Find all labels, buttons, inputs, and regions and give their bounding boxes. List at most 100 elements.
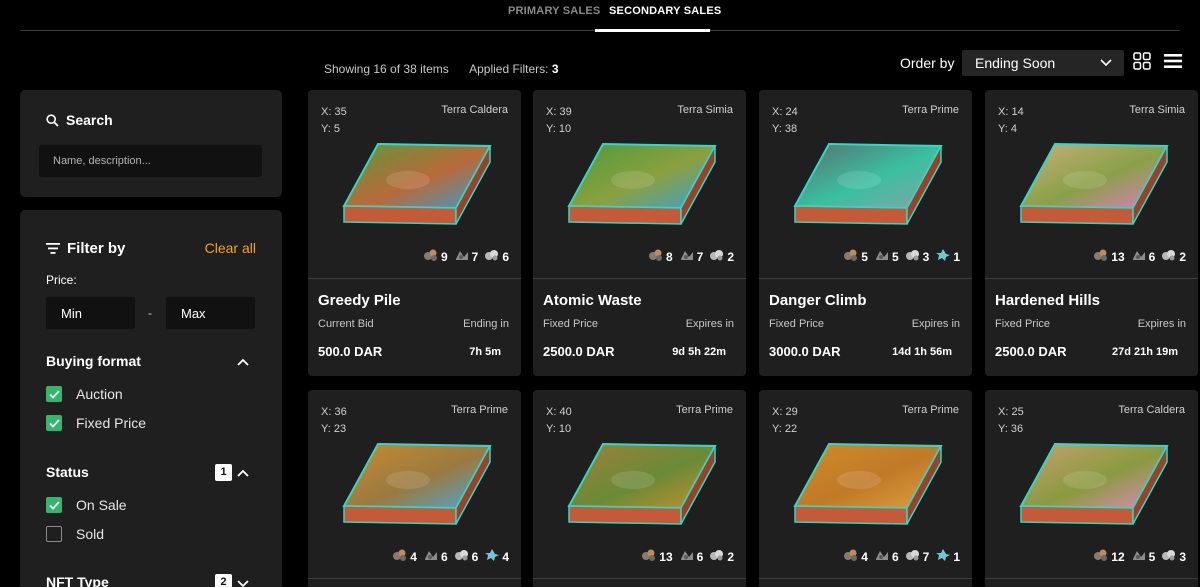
option-sold[interactable]: Sold (46, 526, 104, 542)
order-by-select[interactable]: Ending Soon (962, 50, 1124, 76)
land-region: Terra Prime (676, 404, 733, 416)
resource-value: 3 (1179, 549, 1186, 564)
stone-resource-icon (905, 548, 921, 565)
checkbox-checked[interactable] (46, 386, 62, 402)
filter-panel: Filter by Clear all Price: Min - Max Buy… (20, 210, 282, 587)
option-on-sale[interactable]: On Sale (46, 497, 127, 513)
stone-resource-icon (484, 248, 500, 265)
option-auction[interactable]: Auction (46, 386, 123, 402)
resource-count: 7 (679, 248, 703, 265)
ore-resource-icon (1093, 248, 1109, 265)
grid-view-icon[interactable] (1133, 52, 1151, 70)
resource-count: 5 (843, 248, 868, 265)
ore-resource-icon (641, 548, 657, 565)
metal-resource-icon (454, 248, 470, 265)
resource-value: 8 (665, 249, 673, 264)
list-view-icon[interactable] (1164, 53, 1182, 69)
checkbox-unchecked[interactable] (46, 526, 62, 542)
results-info: Showing 16 of 38 items Applied Filters: … (324, 62, 559, 76)
resource-count: 6 (423, 548, 448, 565)
land-tile-image (342, 442, 492, 525)
card-divider (985, 278, 1198, 279)
land-card[interactable]: X: 29 Y: 22 Terra Prime 4 6 7 1 (759, 390, 972, 587)
stone-resource-icon (1161, 548, 1177, 565)
coord-x: X: 36 (321, 406, 347, 418)
land-region: Terra Prime (902, 404, 959, 416)
ore-resource-icon (843, 248, 859, 265)
ore-resource-icon (843, 548, 859, 565)
resource-count: 6 (454, 548, 479, 565)
land-card[interactable]: X: 24 Y: 38 Terra Prime 5531 Danger Clim… (759, 90, 972, 376)
time-label: Ending in (463, 318, 509, 330)
coord-x: X: 14 (998, 106, 1024, 118)
land-tile-image (1019, 142, 1169, 225)
stone-resource-icon (1161, 248, 1177, 265)
search-input[interactable] (39, 145, 262, 177)
time-remaining: 27d 21h 19m (1111, 346, 1178, 358)
option-fixed-price[interactable]: Fixed Price (46, 415, 146, 431)
option-label: Auction (76, 386, 123, 402)
clear-all-button[interactable]: Clear all (205, 240, 256, 256)
resource-value: 6 (1148, 249, 1156, 264)
stone-resource-icon (709, 248, 725, 265)
resource-count: 6 (1131, 248, 1156, 265)
resource-count: 1 (935, 248, 960, 265)
filter-title: Filter by (46, 240, 125, 257)
land-card[interactable]: X: 35 Y: 5 Terra Caldera 976 Greedy Pile… (308, 90, 521, 376)
time-label: Expires in (1137, 318, 1186, 330)
resource-value: 13 (1111, 249, 1125, 264)
land-card[interactable]: X: 25 Y: 36 Terra Caldera 12 5 3 (985, 390, 1198, 587)
metal-resource-icon (874, 248, 890, 265)
tab-secondary-sales[interactable]: SECONDARY SALES (609, 5, 721, 17)
land-tile-image (793, 142, 943, 225)
checkbox-checked[interactable] (46, 415, 62, 431)
resource-count: 12 (1093, 548, 1125, 565)
crystal-resource-icon (935, 248, 951, 265)
coord-y: Y: 36 (998, 423, 1024, 435)
land-coordinates: X: 24 Y: 38 (772, 104, 798, 138)
active-tab-indicator (595, 29, 710, 32)
checkbox-checked[interactable] (46, 497, 62, 513)
resource-count: 3 (1161, 548, 1186, 565)
card-divider (308, 278, 521, 279)
resource-value: 6 (471, 549, 479, 564)
time-label: Expires in (911, 318, 960, 330)
coord-y: Y: 4 (998, 123, 1017, 135)
resource-list: 12 5 3 (1093, 548, 1186, 565)
time-remaining: 7h 5m (469, 346, 501, 358)
search-title-text: Search (66, 112, 113, 128)
coord-x: X: 39 (546, 106, 572, 118)
nft-type-count-badge: 2 (215, 574, 232, 587)
resource-list: 5 5 3 1 (843, 248, 960, 265)
resource-value: 2 (727, 249, 734, 264)
price-label: Price: (46, 273, 77, 287)
price-max-input[interactable]: Max (166, 297, 255, 329)
resource-count: 4 (392, 548, 417, 565)
resource-value: 1 (953, 249, 960, 264)
land-card[interactable]: X: 14 Y: 4 Terra Simia 13 6 2 Hardened H… (985, 90, 1198, 376)
stone-resource-icon (905, 248, 921, 265)
land-card[interactable]: X: 39 Y: 10 Terra Simia 872 Atomic Waste… (533, 90, 746, 376)
land-card[interactable]: X: 36 Y: 23 Terra Prime 4 6 6 4 (308, 390, 521, 587)
tab-primary-sales[interactable]: PRIMARY SALES (508, 5, 600, 17)
land-coordinates: X: 39 Y: 10 (546, 104, 572, 138)
crystal-resource-icon (935, 548, 951, 565)
resource-count: 4 (843, 548, 868, 565)
nft-type-title: NFT Type (46, 574, 109, 587)
crystal-resource-icon (484, 548, 500, 565)
chevron-up-icon[interactable] (236, 355, 250, 369)
land-tile-image (567, 142, 717, 225)
land-card[interactable]: X: 40 Y: 10 Terra Prime 13 6 2 (533, 390, 746, 587)
resource-count: 13 (641, 548, 673, 565)
resource-count: 2 (1161, 248, 1186, 265)
price-min-input[interactable]: Min (46, 297, 135, 329)
coord-y: Y: 10 (546, 423, 572, 435)
resource-count: 7 (454, 248, 478, 265)
price-type-label: Fixed Price (995, 318, 1051, 330)
chevron-down-icon[interactable] (236, 576, 250, 587)
land-region: Terra Prime (902, 104, 959, 116)
chevron-up-icon[interactable] (236, 466, 250, 480)
card-divider (985, 578, 1198, 579)
resource-value: 9 (440, 249, 448, 264)
land-tile-image (342, 142, 492, 225)
